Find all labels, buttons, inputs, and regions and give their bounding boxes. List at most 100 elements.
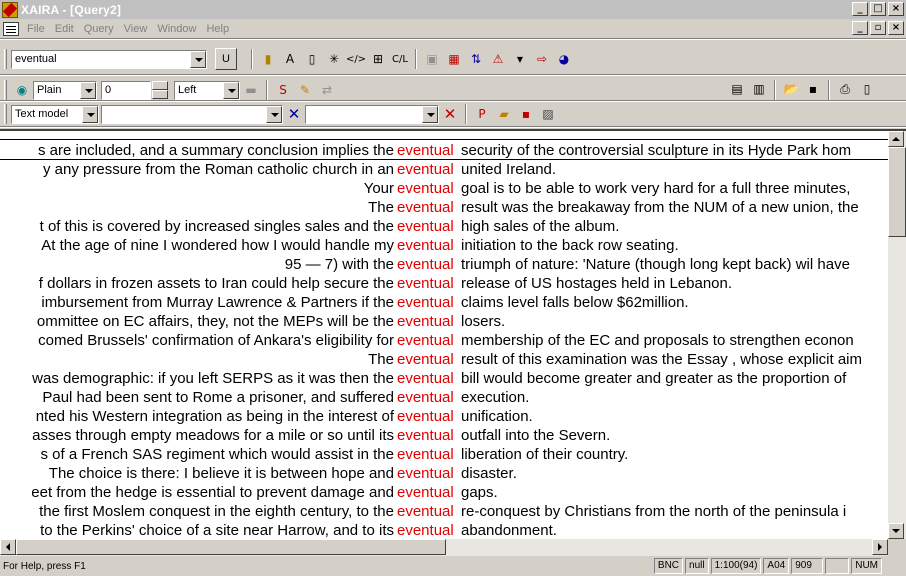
p-document-icon[interactable]: P	[473, 105, 491, 123]
columns-icon[interactable]: ▯	[858, 80, 876, 98]
pie-chart-icon[interactable]: ◕	[555, 50, 573, 68]
u-button[interactable]: U	[215, 48, 237, 70]
mdi-restore-button[interactable]: ▫	[870, 21, 886, 35]
asterisk-icon[interactable]: ✳	[325, 50, 343, 68]
toolbar-grip[interactable]	[4, 49, 7, 69]
concordance-line[interactable]: t of this is covered by increased single…	[0, 217, 888, 236]
collocation-icon[interactable]: C/L	[391, 50, 409, 68]
scroll-up-button[interactable]	[888, 131, 904, 147]
delete-x-icon[interactable]: ✕	[441, 105, 459, 123]
open-file-icon[interactable]: ▰	[495, 105, 513, 123]
menu-help[interactable]: Help	[202, 23, 235, 35]
horizontal-scroll-thumb[interactable]	[16, 539, 446, 555]
concordance-line[interactable]: imbursement from Murray Lawrence & Partn…	[0, 293, 888, 312]
concordance-line[interactable]: The eventual result was the breakaway from…	[0, 198, 888, 217]
resize-grip[interactable]	[884, 558, 906, 574]
xaira-app-icon[interactable]	[2, 1, 18, 18]
concordance-line[interactable]: to the Perkins' choice of a site near Ha…	[0, 521, 888, 539]
menu-edit[interactable]: Edit	[51, 23, 80, 35]
keyword: eventual	[397, 237, 454, 254]
toolbar-grip[interactable]	[4, 80, 7, 100]
chevron-down-icon[interactable]: ▼	[511, 50, 529, 68]
mdi-close-button[interactable]: ×	[888, 21, 904, 35]
save-red-icon[interactable]: ▪	[517, 105, 535, 123]
print-icon[interactable]: ⎙	[836, 80, 854, 98]
vertical-scrollbar[interactable]	[888, 131, 906, 539]
document-icon[interactable]	[3, 21, 19, 36]
concordance-line[interactable]: The choice is there: I believe it is bet…	[0, 464, 888, 483]
view-options-icon[interactable]: ▤	[728, 80, 746, 98]
xml-tag-icon[interactable]: </>	[346, 50, 366, 68]
concordance-line[interactable]: The eventual result of this examination wa…	[0, 350, 888, 369]
warning-icon[interactable]: ⚠	[489, 50, 507, 68]
align-combo[interactable]: Left	[174, 80, 240, 100]
chevron-down-icon[interactable]	[82, 105, 98, 123]
save-icon[interactable]: ▪	[804, 80, 822, 98]
maximize-button[interactable]: □	[870, 2, 886, 16]
toolbar-grip[interactable]	[4, 104, 7, 124]
right-context: claims level falls below $62million.	[461, 294, 689, 311]
concordance-line[interactable]: At the age of nine I wondered how I woul…	[0, 236, 888, 255]
concordance-line[interactable]: s of a French SAS regiment which would a…	[0, 445, 888, 464]
chevron-down-icon[interactable]	[190, 50, 206, 68]
left-context: The	[368, 351, 394, 368]
disabled-tool-icon[interactable]: ⇄	[318, 81, 336, 99]
menu-window[interactable]: Window	[153, 23, 202, 35]
tree-icon[interactable]: ⊞	[369, 50, 387, 68]
mdi-minimize-button[interactable]: _	[852, 21, 868, 35]
number-spinner[interactable]	[152, 80, 168, 100]
concordance-line[interactable]: asses through empty meadows for a mile o…	[0, 426, 888, 445]
chevron-down-icon[interactable]	[266, 105, 282, 123]
concordance-line[interactable]: nted his Western integration as being in…	[0, 407, 888, 426]
concordance-line[interactable]: ommittee on EC affairs, they, not the ME…	[0, 312, 888, 331]
filter-combo-2[interactable]	[305, 104, 439, 124]
format-combo[interactable]: Plain	[33, 80, 97, 100]
spin-down-button[interactable]	[152, 89, 168, 99]
grid-icon[interactable]: ▦	[445, 50, 463, 68]
chevron-down-icon[interactable]	[80, 81, 96, 99]
concordance-line[interactable]: y any pressure from the Roman catholic c…	[0, 160, 888, 179]
chevron-down-icon[interactable]	[422, 105, 438, 123]
filter-combo-1[interactable]	[101, 104, 283, 124]
view-options-2-icon[interactable]: ▥	[750, 80, 768, 98]
number-field[interactable]: 0	[101, 80, 151, 100]
export-icon[interactable]: ⇨	[533, 50, 551, 68]
spin-up-button[interactable]	[152, 80, 168, 90]
scroll-down-button[interactable]	[888, 523, 904, 539]
concordance-line[interactable]: comed Brussels' confirmation of Ankara's…	[0, 331, 888, 350]
concordance-line[interactable]: Your eventual goal is to be able to work v…	[0, 179, 888, 198]
sort-az-icon[interactable]: ⇅	[467, 50, 485, 68]
open-query-icon[interactable]: ✎	[296, 81, 314, 99]
menu-query[interactable]: Query	[80, 23, 120, 35]
concordance-line[interactable]: eet from the hedge is essential to preve…	[0, 483, 888, 502]
mode-combo[interactable]: Text model	[11, 104, 99, 124]
concordance-line[interactable]: f dollars in frozen assets to Iran could…	[0, 274, 888, 293]
scroll-right-button[interactable]	[872, 539, 888, 555]
display-icon[interactable]: ◉	[13, 81, 31, 99]
search-combo[interactable]: eventual	[11, 49, 207, 69]
word-icon[interactable]: ▯	[303, 50, 321, 68]
chevron-down-icon[interactable]	[223, 81, 239, 99]
concordance-line[interactable]: was demographic: if you left SERPS as it…	[0, 369, 888, 388]
concordance-view[interactable]: s are included, and a summary conclusion…	[0, 129, 906, 556]
horizontal-scrollbar[interactable]	[0, 539, 888, 556]
concordance-line[interactable]: s are included, and a summary conclusion…	[0, 141, 888, 160]
menu-file[interactable]: File	[23, 23, 51, 35]
clear-x-icon[interactable]: ✕	[285, 105, 303, 123]
letter-a-icon[interactable]: A	[281, 50, 299, 68]
concordance-line[interactable]: 95 — 7) with the eventual triumph of natur…	[0, 255, 888, 274]
query-builder-icon[interactable]: ▮	[259, 50, 277, 68]
concordance-lines[interactable]: s are included, and a summary conclusion…	[0, 141, 888, 539]
concordance-line[interactable]: the first Moslem conquest in the eighth …	[0, 502, 888, 521]
properties-icon[interactable]: ▨	[539, 105, 557, 123]
menu-view[interactable]: View	[120, 23, 154, 35]
close-button[interactable]: ×	[888, 2, 904, 16]
minimize-button[interactable]: _	[852, 2, 868, 16]
scroll-left-button[interactable]	[0, 539, 16, 555]
comment-icon[interactable]: ▬	[242, 81, 260, 99]
edit-query-icon[interactable]: ▣	[423, 50, 441, 68]
open-folder-icon[interactable]: 📂	[782, 80, 800, 98]
s-filter-icon[interactable]: S	[274, 81, 292, 99]
concordance-line[interactable]: Paul had been sent to Rome a prisoner, a…	[0, 388, 888, 407]
vertical-scroll-thumb[interactable]	[888, 147, 906, 237]
